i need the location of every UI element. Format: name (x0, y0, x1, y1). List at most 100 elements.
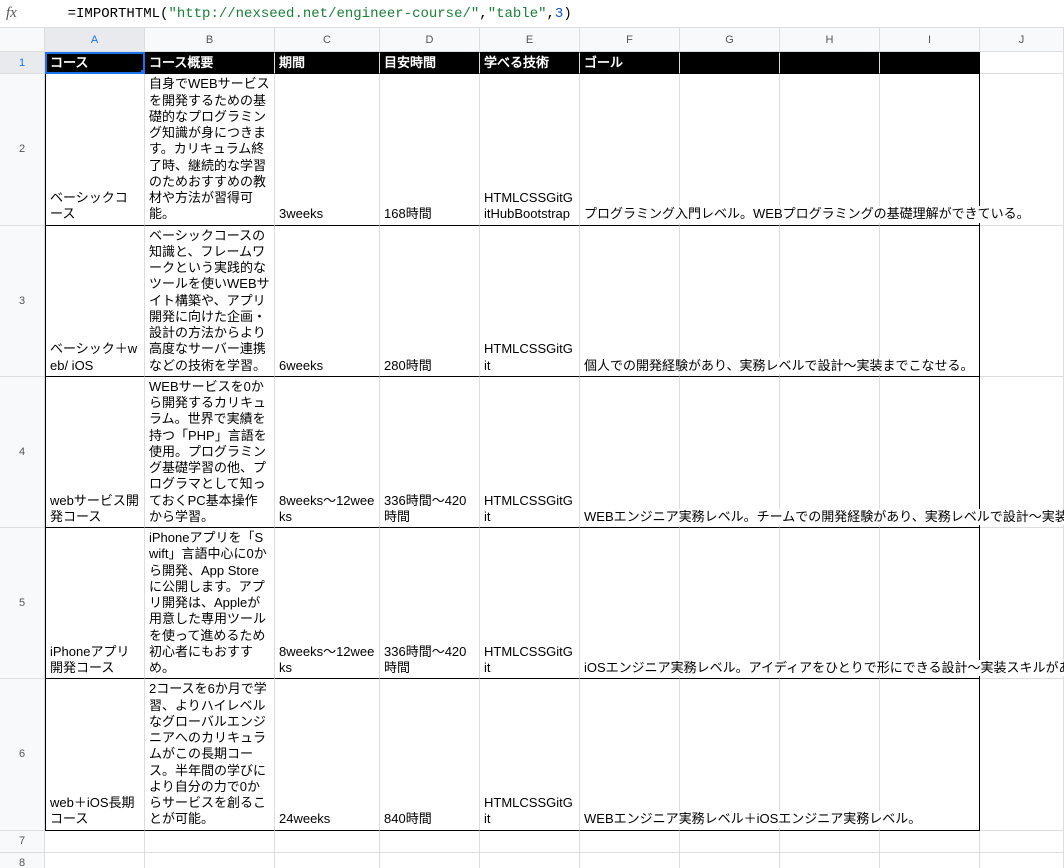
cell-E5[interactable]: HTMLCSSGitGit (480, 528, 580, 679)
formula-bar[interactable]: fx =IMPORTHTML("http://nexseed.net/engin… (0, 0, 1064, 28)
cell-H8[interactable] (780, 853, 880, 868)
cell-J1[interactable] (980, 52, 1064, 74)
cell-B4[interactable]: WEBサービスを0から開発するカリキュラム。世界で実績を持つ「PHP」言語を使用… (145, 377, 275, 528)
cell-B2[interactable]: 自身でWEBサービスを開発するための基礎的なプログラミング知識が身につきます。カ… (145, 74, 275, 225)
cell-D2[interactable]: 168時間 (380, 74, 480, 225)
col-header-I[interactable]: I (880, 28, 980, 52)
cell-A2[interactable]: ベーシックコース (45, 74, 145, 225)
col-header-D[interactable]: D (380, 28, 480, 52)
cell-F2[interactable]: プログラミング入門レベル。WEBプログラミングの基礎理解ができている。 (580, 74, 680, 225)
row-header-1[interactable]: 1 (0, 52, 45, 74)
cell-F6[interactable]: WEBエンジニア実務レベル＋iOSエンジニア実務レベル。 (580, 679, 680, 830)
cell-E6[interactable]: HTMLCSSGitGit (480, 679, 580, 830)
cell-I4[interactable] (880, 377, 980, 528)
cell-I2[interactable] (880, 74, 980, 225)
cell-E7[interactable] (480, 831, 580, 853)
cell-D7[interactable] (380, 831, 480, 853)
cell-J7[interactable] (980, 831, 1064, 853)
cell-C6[interactable]: 24weeks (275, 679, 380, 830)
cell-A6[interactable]: web＋iOS長期コース (45, 679, 145, 830)
cell-C3[interactable]: 6weeks (275, 226, 380, 377)
cell-F8[interactable] (580, 853, 680, 868)
cell-G3[interactable] (680, 226, 780, 377)
col-header-A[interactable]: A (45, 28, 145, 52)
cell-C2[interactable]: 3weeks (275, 74, 380, 225)
cell-G6[interactable] (680, 679, 780, 830)
cell-F1[interactable]: ゴール (580, 52, 680, 74)
cell-C5[interactable]: 8weeks〜12weeks (275, 528, 380, 679)
col-header-E[interactable]: E (480, 28, 580, 52)
cell-J5[interactable] (980, 528, 1064, 679)
cell-H4[interactable] (780, 377, 880, 528)
fill-handle[interactable] (141, 70, 145, 74)
row-header-5[interactable]: 5 (0, 528, 45, 679)
cell-E1[interactable]: 学べる技術 (480, 52, 580, 74)
cell-A1[interactable]: コース (45, 52, 145, 74)
cell-C4[interactable]: 8weeks〜12weeks (275, 377, 380, 528)
cell-B5[interactable]: iPhoneアプリを「Swift」言語中心に0から開発、App Storeに公開… (145, 528, 275, 679)
cell-E2[interactable]: HTMLCSSGitGitHubBootstrap (480, 74, 580, 225)
cell-A3[interactable]: ベーシック＋web/ iOS (45, 226, 145, 377)
cell-F5[interactable]: iOSエンジニア実務レベル。アイディアをひとりで形にできる設計〜実装スキルがある… (580, 528, 680, 679)
row-header-6[interactable]: 6 (0, 679, 45, 830)
cell-A5[interactable]: iPhoneアプリ開発コース (45, 528, 145, 679)
row-header-8[interactable]: 8 (0, 853, 45, 868)
cell-G4[interactable] (680, 377, 780, 528)
cell-H6[interactable] (780, 679, 880, 830)
cell-G8[interactable] (680, 853, 780, 868)
cell-J4[interactable] (980, 377, 1064, 528)
cell-H1[interactable] (780, 52, 880, 74)
cell-H7[interactable] (780, 831, 880, 853)
cell-J3[interactable] (980, 226, 1064, 377)
col-header-J[interactable]: J (980, 28, 1064, 52)
cell-G5[interactable] (680, 528, 780, 679)
cell-I6[interactable] (880, 679, 980, 830)
col-header-F[interactable]: F (580, 28, 680, 52)
cell-C7[interactable] (275, 831, 380, 853)
cell-C8[interactable] (275, 853, 380, 868)
cell-C1[interactable]: 期間 (275, 52, 380, 74)
cell-J2[interactable] (980, 74, 1064, 225)
cell-F4[interactable]: WEBエンジニア実務レベル。チームでの開発経験があり、実務レベルで設計〜実装まで… (580, 377, 680, 528)
row-header-3[interactable]: 3 (0, 226, 45, 377)
cell-J8[interactable] (980, 853, 1064, 868)
cell-D8[interactable] (380, 853, 480, 868)
cell-E8[interactable] (480, 853, 580, 868)
cell-G2[interactable] (680, 74, 780, 225)
cell-I5[interactable] (880, 528, 980, 679)
col-header-B[interactable]: B (145, 28, 275, 52)
cell-B7[interactable] (145, 831, 275, 853)
cell-D4[interactable]: 336時間〜420時間 (380, 377, 480, 528)
cell-D6[interactable]: 840時間 (380, 679, 480, 830)
cell-I7[interactable] (880, 831, 980, 853)
col-header-C[interactable]: C (275, 28, 380, 52)
row-header-4[interactable]: 4 (0, 377, 45, 528)
cell-A7[interactable] (45, 831, 145, 853)
cell-H3[interactable] (780, 226, 880, 377)
cell-D3[interactable]: 280時間 (380, 226, 480, 377)
cell-D5[interactable]: 336時間〜420時間 (380, 528, 480, 679)
cell-D1[interactable]: 目安時間 (380, 52, 480, 74)
cell-E4[interactable]: HTMLCSSGitGit (480, 377, 580, 528)
cell-G1[interactable] (680, 52, 780, 74)
cell-F7[interactable] (580, 831, 680, 853)
cell-A8[interactable] (45, 853, 145, 868)
cell-F3[interactable]: 個人での開発経験があり、実務レベルで設計〜実装までこなせる。 (580, 226, 680, 377)
cell-H2[interactable] (780, 74, 880, 225)
cell-E3[interactable]: HTMLCSSGitGit (480, 226, 580, 377)
spreadsheet-grid[interactable]: A B C D E F G H I J 1 コース コース概要 期間 目安時間 … (0, 28, 1064, 868)
cell-A4[interactable]: webサービス開発コース (45, 377, 145, 528)
row-header-2[interactable]: 2 (0, 74, 45, 225)
cell-B3[interactable]: ベーシックコースの知識と、フレームワークという実践的なツールを使いWEBサイト構… (145, 226, 275, 377)
col-header-G[interactable]: G (680, 28, 780, 52)
cell-J6[interactable] (980, 679, 1064, 830)
cell-B6[interactable]: 2コースを6か月で学習、よりハイレベルなグローバルエンジニアへのカリキュラムがこ… (145, 679, 275, 830)
cell-I8[interactable] (880, 853, 980, 868)
cell-I1[interactable] (880, 52, 980, 74)
col-header-H[interactable]: H (780, 28, 880, 52)
cell-G7[interactable] (680, 831, 780, 853)
cell-B8[interactable] (145, 853, 275, 868)
cell-B1[interactable]: コース概要 (145, 52, 275, 74)
cell-H5[interactable] (780, 528, 880, 679)
row-header-7[interactable]: 7 (0, 831, 45, 853)
